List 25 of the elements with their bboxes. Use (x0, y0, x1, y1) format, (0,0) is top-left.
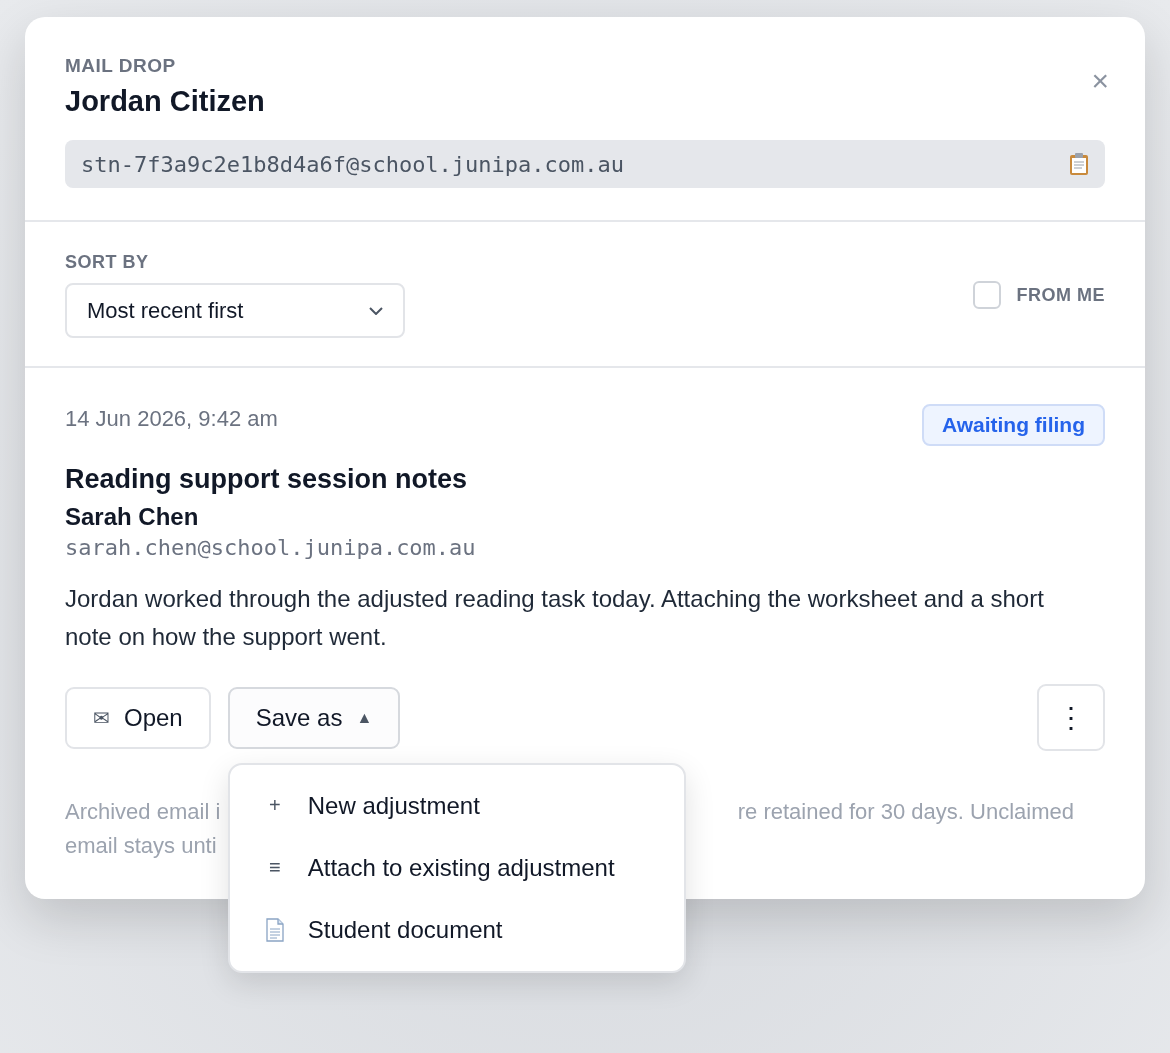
save-as-button[interactable]: Save as ▲ (227, 686, 401, 749)
status-badge: Awaiting filing (921, 404, 1105, 446)
clipboard-icon[interactable] (1069, 152, 1089, 176)
address-field[interactable]: stn-7f3a9c2e1b8d4a6f@school.junipa.com.au (65, 140, 1105, 188)
footer-text: email stays unti (65, 832, 217, 860)
checkbox-label: FROM ME (1016, 284, 1105, 306)
eyebrow-label: MAIL DROP (65, 55, 177, 77)
document-icon (263, 917, 286, 942)
sort-label: SORT BY (65, 252, 150, 273)
sender-email: sarah.chen@school.junipa.com.au (65, 535, 477, 560)
checkbox[interactable] (972, 281, 1001, 309)
message-date: 14 Jun 2026, 9:42 am (65, 406, 278, 432)
sender-name: Sarah Chen (65, 503, 200, 531)
chevron-down-icon (369, 306, 383, 315)
message-subject: Reading support session notes (65, 464, 469, 495)
footer-text: re retained for 30 days. Unclaimed (737, 798, 1074, 826)
menu-item[interactable]: Student document (229, 898, 684, 961)
message-body: Jordan worked through the adjusted reading task today. Attaching the worksheet and a short note on how the support went. (65, 584, 1045, 652)
more-button[interactable]: ⋮ (1037, 684, 1105, 751)
open-button[interactable]: ✉ Open (65, 686, 211, 749)
dialog-title: Jordan Citizen (65, 85, 266, 118)
menu-item[interactable]: ≡ Attach to existing adjustment (229, 836, 684, 899)
menu-item[interactable]: + New adjustment (229, 774, 684, 837)
sort-dropdown[interactable]: Most recent first (65, 283, 405, 338)
footer-text: Archived email i (65, 798, 221, 826)
